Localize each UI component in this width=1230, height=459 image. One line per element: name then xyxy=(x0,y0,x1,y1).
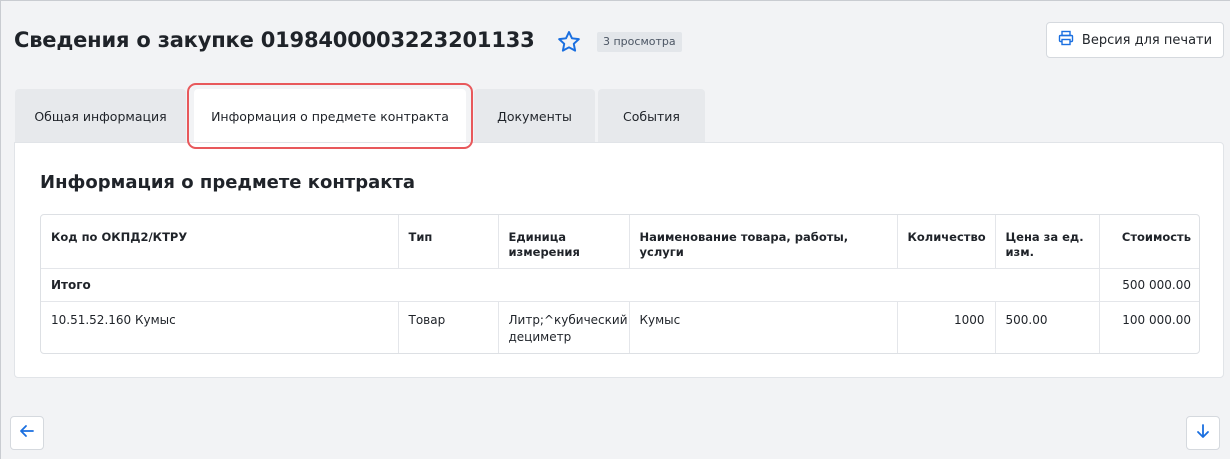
tab-label: События xyxy=(623,108,680,124)
cell-unit: Литр;^кубический дециметр xyxy=(498,301,630,353)
total-label: Итого xyxy=(41,268,1100,302)
column-header: Цена за ед. изм. xyxy=(995,215,1100,269)
column-header: Количество xyxy=(897,215,996,269)
section-title: Информация о предмете контракта xyxy=(40,172,416,193)
print-version-button[interactable]: Версия для печати xyxy=(1046,22,1224,58)
column-header: Код по ОКПД2/КТРУ xyxy=(41,215,399,269)
tab-general-info[interactable]: Общая информация xyxy=(15,89,186,143)
cell-type: Товар xyxy=(398,301,499,353)
star-outline-icon[interactable] xyxy=(556,29,582,55)
back-button[interactable] xyxy=(10,416,44,450)
tab-contract-subject[interactable]: Информация о предмете контракта xyxy=(194,89,466,143)
printer-icon xyxy=(1058,30,1074,50)
arrow-left-icon xyxy=(18,422,36,444)
column-header: Тип xyxy=(398,215,499,269)
contract-items-table: Код по ОКПД2/КТРУ Тип Единица измерения … xyxy=(40,214,1200,354)
scroll-down-button[interactable] xyxy=(1186,416,1220,450)
column-header: Стоимость xyxy=(1099,215,1199,269)
table-total-row: Итого 500 000.00 xyxy=(41,268,1199,302)
table-row: 10.51.52.160 Кумыс Товар Литр;^кубически… xyxy=(41,301,1199,353)
tab-events[interactable]: События xyxy=(598,89,705,143)
total-sum: 500 000.00 xyxy=(1099,268,1199,302)
cell-quantity: 1000 xyxy=(897,301,996,353)
print-button-label: Версия для печати xyxy=(1081,32,1213,48)
cell-code: 10.51.52.160 Кумыс xyxy=(41,301,399,353)
cell-name: Кумыс xyxy=(629,301,898,353)
tab-documents[interactable]: Документы xyxy=(474,89,595,143)
tab-label: Общая информация xyxy=(34,108,167,124)
cell-cost: 100 000.00 xyxy=(1122,312,1191,327)
tab-label: Документы xyxy=(497,108,572,124)
column-header: Наименование товара, работы, услуги xyxy=(629,215,898,269)
tab-label: Информация о предмете контракта xyxy=(211,108,449,124)
table-header-row: Код по ОКПД2/КТРУ Тип Единица измерения … xyxy=(41,215,1199,269)
page-title: Сведения о закупке 0198400003223201133 xyxy=(14,28,535,52)
cell-price: 500.00 xyxy=(995,301,1100,353)
column-header: Единица измерения xyxy=(498,215,630,269)
views-badge: 3 просмотра xyxy=(597,32,682,52)
arrow-down-icon xyxy=(1194,422,1212,444)
